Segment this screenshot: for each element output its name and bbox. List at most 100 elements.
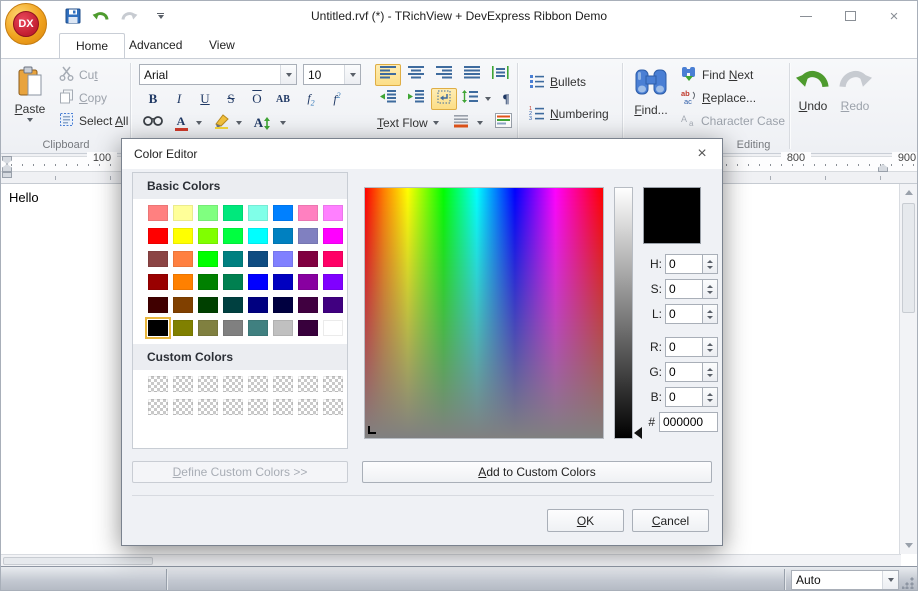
line-spacing-dropdown[interactable] xyxy=(481,88,494,110)
custom-color-slot[interactable] xyxy=(223,376,243,392)
find-next-button[interactable]: Find Next xyxy=(677,64,757,86)
basic-color-swatch[interactable] xyxy=(273,320,293,336)
undo-button[interactable]: Undo xyxy=(792,62,834,138)
highlight-button[interactable] xyxy=(210,112,232,134)
spin-up-icon[interactable] xyxy=(707,260,713,263)
spin-up-icon[interactable] xyxy=(707,393,713,396)
dialog-close-button[interactable]: × xyxy=(690,143,714,165)
font-color-button[interactable]: A xyxy=(170,112,192,134)
custom-color-slot[interactable] xyxy=(173,376,193,392)
custom-color-slot[interactable] xyxy=(148,376,168,392)
basic-color-swatch[interactable] xyxy=(298,205,318,221)
font-size-dropdown-button[interactable] xyxy=(344,65,360,84)
custom-color-slot[interactable] xyxy=(223,399,243,415)
custom-color-slot[interactable] xyxy=(148,399,168,415)
hue-saturation-field[interactable] xyxy=(364,187,604,439)
font-family-combo[interactable] xyxy=(139,64,297,85)
minimize-button[interactable] xyxy=(791,6,821,26)
basic-color-swatch[interactable] xyxy=(223,274,243,290)
basic-color-swatch[interactable] xyxy=(198,205,218,221)
basic-color-swatch[interactable] xyxy=(198,251,218,267)
copy-button[interactable]: Copy xyxy=(55,87,111,109)
numbering-button[interactable]: 123 Numbering xyxy=(525,103,613,125)
basic-color-swatch[interactable] xyxy=(323,274,343,290)
fit-width-button[interactable] xyxy=(487,64,513,86)
basic-color-swatch[interactable] xyxy=(298,228,318,244)
field-input[interactable] xyxy=(665,279,702,299)
ok-button[interactable]: OK xyxy=(547,509,624,532)
field-input[interactable] xyxy=(665,337,702,357)
maximize-button[interactable] xyxy=(835,6,865,26)
basic-color-swatch[interactable] xyxy=(298,297,318,313)
basic-color-swatch[interactable] xyxy=(223,320,243,336)
text-flow-button[interactable]: Text Flow xyxy=(373,112,443,134)
underline-button[interactable]: U xyxy=(192,88,218,110)
field-input[interactable] xyxy=(665,387,702,407)
basic-color-swatch[interactable] xyxy=(298,274,318,290)
grow-font-button[interactable]: A xyxy=(250,112,274,134)
spinner-buttons[interactable] xyxy=(702,254,718,274)
basic-color-swatch[interactable] xyxy=(298,251,318,267)
tab-home[interactable]: Home xyxy=(59,33,125,58)
all-caps-button[interactable]: AB xyxy=(270,88,296,110)
hidden-text-button[interactable] xyxy=(140,112,166,134)
custom-color-slot[interactable] xyxy=(173,399,193,415)
spinner-buttons[interactable] xyxy=(702,279,718,299)
font-size-input[interactable] xyxy=(304,65,344,84)
basic-color-swatch[interactable] xyxy=(323,297,343,313)
redo-button[interactable]: Redo xyxy=(835,62,875,138)
cut-button[interactable]: Cut xyxy=(55,64,102,86)
vertical-scrollbar-thumb[interactable] xyxy=(902,203,915,313)
font-size-combo[interactable] xyxy=(303,64,361,85)
basic-color-swatch[interactable] xyxy=(223,228,243,244)
scroll-up-button[interactable] xyxy=(900,184,918,201)
basic-color-swatch[interactable] xyxy=(248,228,268,244)
bullets-button[interactable]: Bullets xyxy=(525,71,590,93)
basic-color-swatch[interactable] xyxy=(173,320,193,336)
hex-input[interactable] xyxy=(659,412,718,432)
basic-color-swatch[interactable] xyxy=(273,297,293,313)
custom-color-slot[interactable] xyxy=(298,376,318,392)
custom-color-slot[interactable] xyxy=(273,399,293,415)
basic-color-swatch[interactable] xyxy=(223,251,243,267)
superscript-button[interactable]: f2 xyxy=(324,88,350,110)
tab-view[interactable]: View xyxy=(193,33,251,58)
define-custom-colors-button[interactable]: Define Custom Colors >> xyxy=(132,461,348,483)
cancel-button[interactable]: Cancel xyxy=(632,509,709,532)
basic-color-swatch[interactable] xyxy=(223,205,243,221)
align-right-button[interactable] xyxy=(431,64,457,86)
basic-color-swatch[interactable] xyxy=(248,297,268,313)
vertical-scrollbar[interactable] xyxy=(899,184,917,554)
increase-indent-button[interactable] xyxy=(403,88,429,110)
paste-button[interactable]: Paste xyxy=(7,62,53,138)
spin-up-icon[interactable] xyxy=(707,368,713,371)
font-color-dropdown[interactable] xyxy=(192,112,205,134)
italic-button[interactable]: I xyxy=(166,88,192,110)
dialog-title-bar[interactable]: Color Editor × xyxy=(122,139,722,169)
zoom-dropdown-button[interactable] xyxy=(882,571,898,589)
basic-color-swatch[interactable] xyxy=(223,297,243,313)
spinner-buttons[interactable] xyxy=(702,387,718,407)
character-case-button[interactable]: Aa Character Case xyxy=(677,110,789,132)
select-all-button[interactable]: Select All xyxy=(55,110,132,132)
basic-color-swatch[interactable] xyxy=(173,228,193,244)
replace-button[interactable]: abac Replace... xyxy=(677,87,760,109)
basic-color-swatch[interactable] xyxy=(198,228,218,244)
basic-color-swatch[interactable] xyxy=(148,274,168,290)
spin-up-icon[interactable] xyxy=(707,285,713,288)
paragraph-borders-button[interactable] xyxy=(491,112,515,134)
paragraph-shading-dropdown[interactable] xyxy=(473,112,486,134)
subscript-button[interactable]: f2 xyxy=(298,88,324,110)
align-center-button[interactable] xyxy=(403,64,429,86)
custom-color-slot[interactable] xyxy=(198,399,218,415)
add-to-custom-colors-button[interactable]: Add to Custom Colors xyxy=(362,461,712,483)
basic-color-swatch[interactable] xyxy=(323,251,343,267)
bold-button[interactable]: B xyxy=(140,88,166,110)
color-field-cursor[interactable] xyxy=(368,426,376,434)
left-indent-marker[interactable] xyxy=(2,172,12,178)
spin-down-icon[interactable] xyxy=(707,316,713,319)
zoom-input[interactable] xyxy=(792,571,882,589)
line-spacing-button[interactable] xyxy=(459,88,481,110)
basic-color-swatch[interactable] xyxy=(273,228,293,244)
basic-color-swatch[interactable] xyxy=(248,251,268,267)
